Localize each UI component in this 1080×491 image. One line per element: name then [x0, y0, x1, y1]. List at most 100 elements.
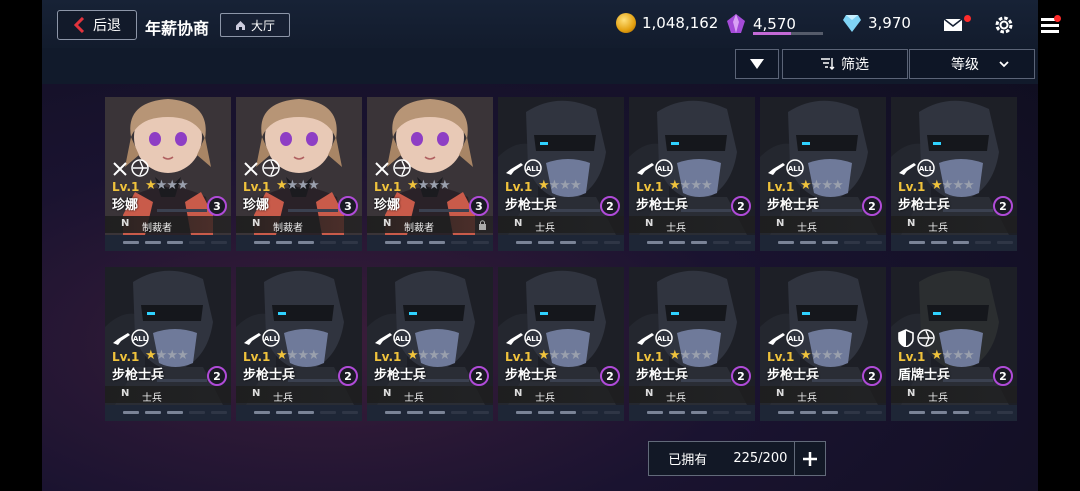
gear-slot	[254, 241, 270, 244]
unit-card[interactable]: Lv.1 ★★★★ 珍娜 3 N 制裁者	[105, 97, 231, 251]
exp-bar	[419, 209, 469, 212]
unit-level: Lv.1	[374, 350, 402, 364]
unit-card[interactable]: ALL Lv.1 ★★★★ 步枪士兵 2 N 士兵	[629, 97, 755, 251]
gear-slot	[822, 241, 838, 244]
gear-slot	[975, 241, 991, 244]
diamond-resource: 3,970	[842, 13, 911, 33]
gear-slot	[582, 411, 598, 414]
gear-slot	[997, 411, 1013, 414]
rifle-class-icon: ALL	[768, 329, 804, 347]
unit-card[interactable]: ALL Lv.1 ★★★★ 步枪士兵 2 N 士兵	[105, 267, 231, 421]
gear-slot	[276, 411, 292, 414]
gear-slot	[866, 241, 882, 244]
star-rating: ★★★★	[669, 178, 713, 193]
svg-text:ALL: ALL	[788, 165, 803, 173]
exp-bar	[681, 379, 731, 382]
gear-slot	[407, 411, 423, 414]
gear-slot	[516, 241, 532, 244]
gear-slot	[407, 241, 423, 244]
gear-slot	[211, 241, 227, 244]
exp-bar	[157, 379, 207, 382]
star-rating: ★★★★	[145, 178, 189, 193]
unit-name: 珍娜	[374, 198, 401, 213]
mail-notification-dot	[964, 15, 971, 22]
unit-card[interactable]: ALL Lv.1 ★★★★ 步枪士兵 2 N 士兵	[760, 267, 886, 421]
unit-level: Lv.1	[112, 180, 140, 194]
crystal-progress	[753, 32, 823, 35]
gear-slot	[167, 241, 183, 244]
unit-card[interactable]: ALL Lv.1 ★★★★ 步枪士兵 2 N 士兵	[498, 267, 624, 421]
owned-value: 225/200	[733, 451, 788, 466]
gear-slot	[582, 241, 598, 244]
unit-count-badge: 2	[600, 196, 620, 216]
unit-count-badge: 2	[469, 366, 489, 386]
gear-slot	[560, 241, 576, 244]
role-label: 士兵	[666, 393, 686, 404]
gear-slot	[429, 411, 445, 414]
unit-count-badge: 2	[993, 196, 1013, 216]
rank-label: N	[383, 388, 392, 399]
role-label: 制裁者	[142, 223, 172, 234]
gear-slot	[931, 411, 947, 414]
svg-text:ALL: ALL	[133, 335, 148, 343]
unit-level: Lv.1	[898, 180, 926, 194]
exp-bar	[681, 209, 731, 212]
unit-card[interactable]: ALL Lv.1 ★★★★ 步枪士兵 2 N 士兵	[629, 267, 755, 421]
svg-text:ALL: ALL	[657, 165, 672, 173]
gear-slot	[320, 241, 336, 244]
filter-button[interactable]: 筛选	[782, 49, 908, 79]
exp-bar	[157, 209, 207, 212]
lock-icon	[479, 220, 486, 230]
gear-slot	[538, 241, 554, 244]
sort-dropdown[interactable]: 等级	[909, 49, 1035, 79]
unit-card[interactable]: Lv.1 ★★★★ 珍娜 3 N 制裁者	[367, 97, 493, 251]
mail-icon[interactable]	[943, 17, 963, 33]
unit-card[interactable]: ALL Lv.1 ★★★★ 步枪士兵 2 N 士兵	[498, 97, 624, 251]
gear-slot	[691, 241, 707, 244]
unit-card[interactable]: ALL Lv.1 ★★★★ 步枪士兵 2 N 士兵	[891, 97, 1017, 251]
gear-slot	[931, 241, 947, 244]
gear-slot	[800, 411, 816, 414]
unit-count-badge: 2	[862, 366, 882, 386]
owned-label: 已拥有	[668, 453, 708, 468]
gear-slot	[342, 241, 358, 244]
unit-level: Lv.1	[505, 350, 533, 364]
role-label: 士兵	[404, 393, 424, 404]
unit-count-badge: 2	[338, 366, 358, 386]
rank-label: N	[252, 218, 261, 229]
unit-count-badge: 2	[731, 196, 751, 216]
star-rating: ★★★★	[931, 178, 975, 193]
crystal-amount: 4,570	[753, 15, 796, 33]
rank-label: N	[121, 218, 130, 229]
plus-icon	[803, 451, 818, 466]
blades-class-icon	[244, 159, 280, 177]
hall-button[interactable]: 大厅	[220, 13, 290, 37]
gear-icon[interactable]	[993, 14, 1015, 36]
gear-slot	[211, 411, 227, 414]
sort-order-button[interactable]	[735, 49, 779, 79]
role-label: 士兵	[928, 223, 948, 234]
gear-slot	[473, 411, 489, 414]
role-label: 士兵	[928, 393, 948, 404]
left-letterbox	[0, 0, 42, 491]
unit-card[interactable]: ALL Lv.1 ★★★★ 步枪士兵 2 N 士兵	[367, 267, 493, 421]
star-rating: ★★★★	[145, 348, 189, 363]
hall-label: 大厅	[250, 18, 275, 33]
chevron-down-icon	[999, 61, 1009, 68]
expand-capacity-button[interactable]	[794, 442, 825, 475]
unit-card[interactable]: Lv.1 ★★★★ 盾牌士兵 2 N 士兵	[891, 267, 1017, 421]
menu-notification-dot	[1054, 15, 1061, 22]
unit-card[interactable]: ALL Lv.1 ★★★★ 步枪士兵 2 N 士兵	[236, 267, 362, 421]
exp-bar	[288, 379, 338, 382]
gear-slot	[342, 411, 358, 414]
unit-card[interactable]: ALL Lv.1 ★★★★ 步枪士兵 2 N 士兵	[760, 97, 886, 251]
unit-level: Lv.1	[636, 350, 664, 364]
exp-bar	[943, 209, 993, 212]
unit-card[interactable]: Lv.1 ★★★★ 珍娜 3 N 制裁者	[236, 97, 362, 251]
gear-slot	[735, 241, 751, 244]
gear-slot	[975, 411, 991, 414]
back-button[interactable]: 后退	[57, 10, 137, 40]
svg-text:ALL: ALL	[919, 165, 934, 173]
unit-count-badge: 2	[600, 366, 620, 386]
exp-bar	[550, 379, 600, 382]
